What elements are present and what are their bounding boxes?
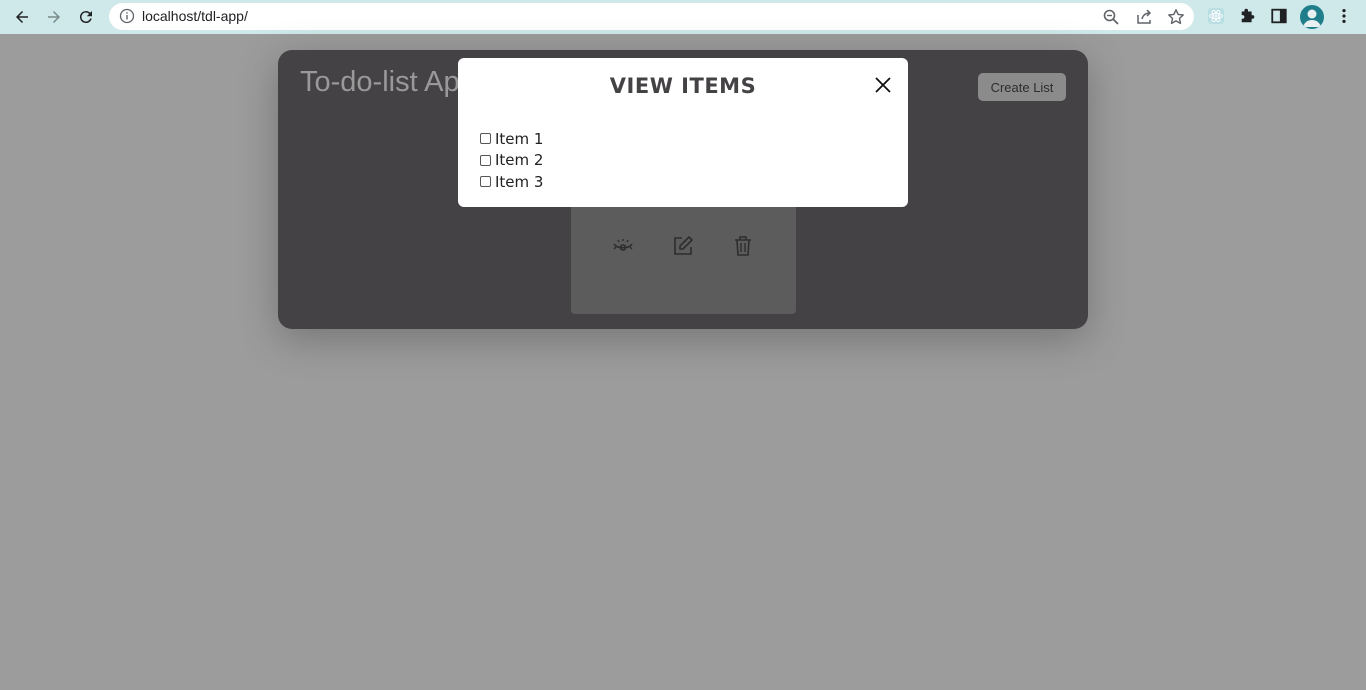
view-items-modal: VIEW ITEMS Item 1 Item 2 Item 3 xyxy=(458,58,908,207)
url-text[interactable]: localhost/tdl-app/ xyxy=(142,8,248,24)
close-button[interactable] xyxy=(874,76,892,94)
arrow-left-icon xyxy=(16,11,28,23)
edit-icon xyxy=(674,236,693,255)
trash-icon xyxy=(735,236,751,256)
modal-title: VIEW ITEMS xyxy=(609,74,757,98)
list-item: Item 3 xyxy=(480,171,543,193)
item-checkbox[interactable] xyxy=(480,176,491,188)
browser-toolbar: localhost/tdl-app/ xyxy=(0,0,1366,34)
kebab-menu-icon xyxy=(1342,8,1346,24)
item-label: Item 2 xyxy=(495,151,544,170)
list-item: Item 1 xyxy=(480,128,543,150)
reload-button[interactable] xyxy=(74,5,98,29)
forward-button[interactable] xyxy=(42,5,66,29)
list-item: Item 2 xyxy=(480,150,543,172)
info-icon[interactable] xyxy=(119,8,135,24)
person-icon xyxy=(1303,9,1321,27)
arrow-right-icon xyxy=(48,11,60,23)
delete-list-button[interactable] xyxy=(732,235,754,257)
side-panel-button[interactable] xyxy=(1269,6,1289,26)
bookmark-star-icon[interactable] xyxy=(1167,8,1185,26)
profile-avatar[interactable] xyxy=(1300,5,1324,29)
close-icon xyxy=(875,77,891,93)
item-label: Item 3 xyxy=(495,172,544,191)
zoom-icon[interactable] xyxy=(1102,8,1120,26)
item-label: Item 1 xyxy=(495,129,544,148)
app-title: To-do-list App xyxy=(300,66,476,98)
view-list-button[interactable] xyxy=(612,235,634,257)
reload-icon xyxy=(79,11,92,24)
extension-react-button[interactable] xyxy=(1206,6,1226,26)
item-checkbox[interactable] xyxy=(480,154,491,166)
edit-list-button[interactable] xyxy=(672,235,694,257)
puzzle-icon xyxy=(1241,8,1255,23)
items-list: Item 1 Item 2 Item 3 xyxy=(480,128,543,193)
side-panel-icon xyxy=(1271,8,1287,24)
menu-button[interactable] xyxy=(1334,6,1354,26)
extensions-button[interactable] xyxy=(1238,6,1258,26)
back-button[interactable] xyxy=(10,5,34,29)
react-devtools-icon xyxy=(1207,7,1225,25)
address-bar[interactable]: localhost/tdl-app/ xyxy=(109,3,1194,30)
create-list-button[interactable]: Create List xyxy=(978,73,1066,101)
item-checkbox[interactable] xyxy=(480,133,491,145)
eye-icon xyxy=(613,239,633,251)
share-icon[interactable] xyxy=(1135,8,1153,26)
